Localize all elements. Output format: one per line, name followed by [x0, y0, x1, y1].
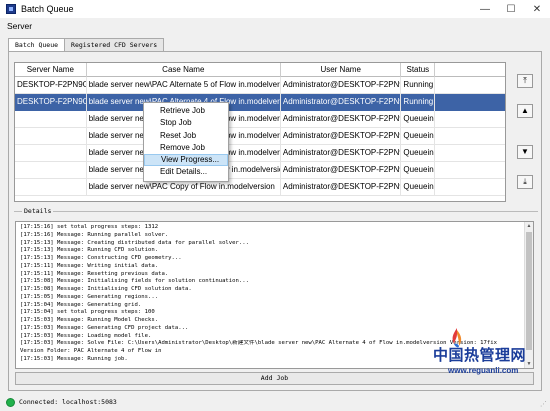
cell-user: Administrator@DESKTOP-F2PN9GQ	[281, 111, 402, 128]
cell-server	[15, 128, 87, 145]
log-line: [17:15:04] set total progress steps: 100	[20, 309, 155, 316]
table-row[interactable]: blade server new\PAC Alternate 2 of Flow…	[15, 128, 505, 145]
cell-blank	[435, 111, 505, 128]
menu-server[interactable]: Server	[7, 21, 32, 31]
jobs-table: Server Name Case Name User Name Status D…	[14, 62, 506, 202]
move-down-button[interactable]: ▼	[517, 145, 533, 159]
menu-item-stop-job[interactable]: Stop Job	[144, 117, 228, 129]
cell-blank	[435, 145, 505, 162]
jobs-table-header: Server Name Case Name User Name Status	[15, 63, 505, 77]
tab-registered-cfd-servers[interactable]: Registered CFD Servers	[64, 38, 165, 51]
header-user-name[interactable]: User Name	[281, 63, 402, 77]
window-controls: — ☐ ✕	[472, 0, 550, 18]
cell-status: Queueing	[401, 128, 436, 145]
maximize-button[interactable]: ☐	[498, 0, 524, 18]
menu-item-remove-job[interactable]: Remove Job	[144, 142, 228, 154]
watermark: 中国热管理网 www.reguanli.com	[428, 326, 546, 380]
cell-blank	[435, 162, 505, 179]
log-line: [17:15:03] Message: Running Model Checks…	[20, 317, 159, 323]
log-line: [17:15:08] Message: Initialising CFD sol…	[20, 286, 192, 292]
cell-user: Administrator@DESKTOP-F2PN9GQ	[281, 145, 402, 162]
cell-case: blade server new\PAC Alternate 5 of Flow…	[87, 77, 281, 94]
header-status[interactable]: Status	[401, 63, 436, 77]
log-line: [17:15:16] set total progress steps: 131…	[20, 224, 159, 230]
menu-item-retrieve-job[interactable]: Retrieve Job	[144, 105, 228, 117]
cell-user: Administrator@DESKTOP-F2PN9GQ	[281, 179, 402, 196]
table-row-selected[interactable]: DESKTOP-F2PN9GQ blade server new\PAC Alt…	[15, 94, 505, 111]
log-line: [17:15:04] Message: Generating grid.	[20, 301, 142, 308]
watermark-title: 中国热管理网	[433, 347, 527, 364]
cell-user: Administrator@DESKTOP-F2PN9GQ	[280, 94, 402, 111]
cell-blank	[435, 94, 505, 111]
cell-status: Queueing	[401, 179, 436, 196]
context-menu: Retrieve Job Stop Job Reset Job Remove J…	[143, 102, 229, 182]
minimize-button[interactable]: —	[472, 0, 498, 18]
menu-item-reset-job[interactable]: Reset Job	[144, 130, 228, 142]
cell-user: Administrator@DESKTOP-F2PN9GQ	[281, 128, 402, 145]
cell-server	[15, 179, 87, 196]
log-line: [17:15:11] Message: Writing initial data…	[20, 262, 159, 269]
cell-server: DESKTOP-F2PN9GQ	[15, 94, 87, 111]
cell-status: Running	[401, 94, 436, 111]
table-row[interactable]: blade server new\PAC Copy of Flow in.mod…	[15, 179, 505, 196]
app-icon	[6, 4, 16, 14]
cell-server	[15, 111, 87, 128]
cell-user: Administrator@DESKTOP-F2PN9GQ	[281, 162, 402, 179]
scroll-up-arrow-icon[interactable]: ▲	[525, 222, 533, 230]
cell-status: Queueing	[401, 111, 436, 128]
cell-blank	[435, 77, 505, 94]
header-server-name[interactable]: Server Name	[15, 63, 87, 77]
move-up-button[interactable]: ▲	[517, 104, 533, 118]
log-line: [17:15:08] Message: Initialising fields …	[20, 278, 250, 285]
log-line: [17:15:13] Message: Running CFD solution…	[20, 247, 159, 254]
cell-server: DESKTOP-F2PN9GQ	[15, 77, 87, 94]
cell-status: Queueing	[401, 162, 436, 179]
table-row[interactable]: blade server new\PAC Alternate 3 of Flow…	[15, 111, 505, 128]
resize-grip-icon[interactable]: ⋰	[540, 400, 547, 408]
cell-server	[15, 162, 87, 179]
window-title: Batch Queue	[21, 4, 74, 14]
cell-blank	[435, 128, 505, 145]
tab-strip: Batch Queue Registered CFD Servers	[8, 38, 165, 52]
cell-server	[15, 145, 87, 162]
cell-status: Queueing	[401, 145, 436, 162]
connection-status-icon	[6, 397, 15, 407]
log-line: [17:15:11] Message: Resetting previous d…	[20, 270, 169, 277]
move-to-bottom-button[interactable]: ⤓	[517, 175, 533, 189]
move-to-top-button[interactable]: ⤒	[517, 74, 533, 88]
header-blank	[435, 63, 505, 77]
log-line: [17:15:13] Message: Creating distributed…	[20, 239, 250, 246]
table-row[interactable]: blade server new\PAC Alternate 1 of Flow…	[15, 145, 505, 162]
title-bar: Batch Queue — ☐ ✕	[0, 0, 550, 18]
header-case-name[interactable]: Case Name	[87, 63, 281, 77]
cell-blank	[435, 179, 505, 196]
cell-status: Running	[401, 77, 436, 94]
cell-user: Administrator@DESKTOP-F2PN9GQ	[281, 77, 402, 94]
table-row[interactable]: blade server new\PAC Alternate of Flow i…	[15, 162, 505, 179]
connection-status-text: Connected: localhost:5083	[19, 398, 117, 406]
table-row[interactable]: DESKTOP-F2PN9GQ blade server new\PAC Alt…	[15, 77, 505, 94]
tab-batch-queue[interactable]: Batch Queue	[8, 38, 66, 52]
menu-item-view-progress[interactable]: View Progress...	[144, 154, 228, 167]
watermark-url: www.reguanli.com	[448, 366, 519, 375]
menu-bar: Server	[0, 18, 550, 33]
log-line: [17:15:13] Message: Constructing CFD geo…	[20, 255, 182, 261]
close-button[interactable]: ✕	[524, 0, 550, 18]
log-line: [17:15:16] Message: Running parallel sol…	[20, 231, 169, 238]
menu-item-edit-details[interactable]: Edit Details...	[144, 166, 228, 178]
details-separator	[14, 211, 538, 212]
log-line: [17:15:05] Message: Generating regions..…	[20, 293, 159, 300]
details-label: Details	[22, 207, 54, 215]
status-bar: Connected: localhost:5083 ⋰	[0, 393, 550, 411]
